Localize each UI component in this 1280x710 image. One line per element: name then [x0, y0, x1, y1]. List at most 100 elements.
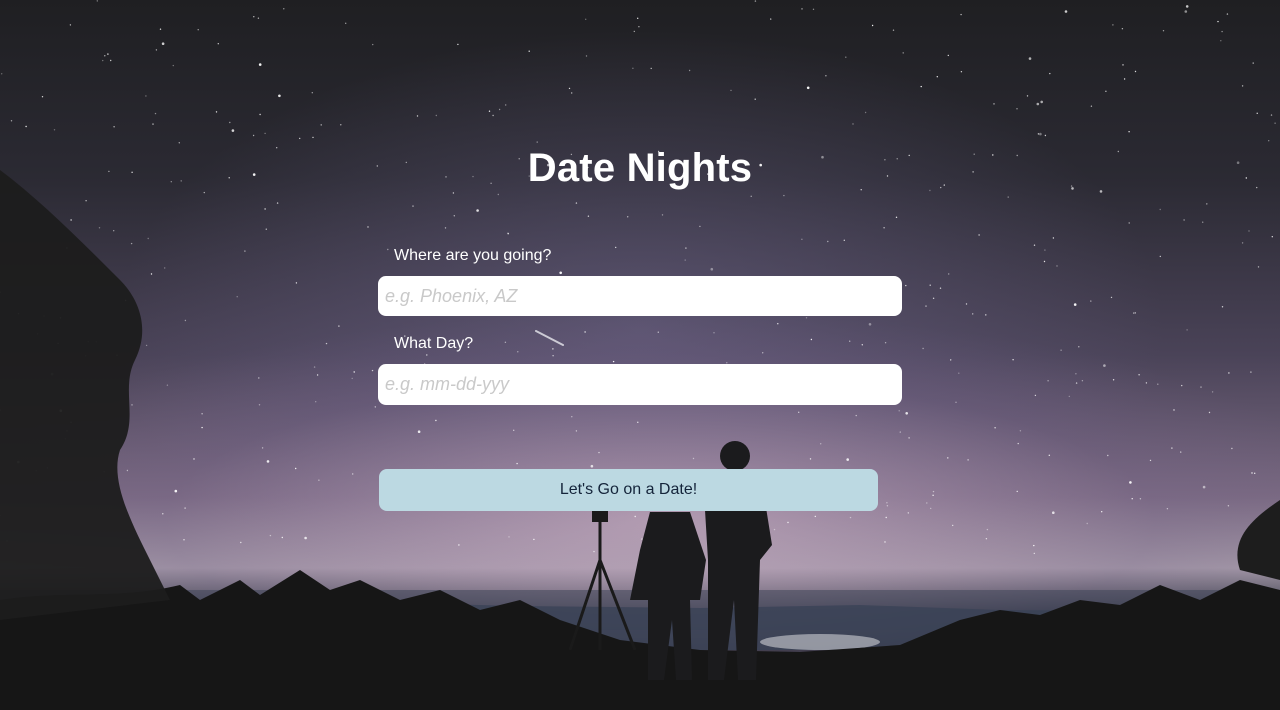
star: [632, 67, 634, 70]
star: [615, 246, 617, 249]
star: [166, 384, 169, 386]
star: [585, 18, 587, 20]
star: [1248, 230, 1250, 232]
star: [960, 71, 963, 73]
destination-input[interactable]: [378, 276, 902, 316]
star: [161, 42, 165, 45]
star: [1105, 90, 1107, 93]
star: [281, 536, 283, 539]
star: [801, 238, 803, 240]
star: [1101, 511, 1103, 513]
star: [805, 317, 808, 319]
star: [325, 342, 328, 345]
star: [1180, 451, 1182, 453]
left-tree-silhouette: [0, 170, 170, 620]
star: [852, 123, 854, 125]
star: [1043, 260, 1046, 263]
star: [1, 73, 3, 75]
star: [507, 233, 509, 235]
star: [1252, 62, 1254, 64]
go-on-date-button[interactable]: Let's Go on a Date!: [379, 469, 878, 511]
star: [320, 124, 322, 126]
star: [905, 412, 908, 415]
star: [1131, 498, 1133, 500]
star: [585, 55, 588, 57]
star: [925, 305, 927, 307]
star: [1231, 447, 1233, 450]
star: [1254, 472, 1256, 474]
star: [713, 332, 715, 334]
star: [1271, 236, 1274, 238]
star: [283, 8, 285, 10]
star: [172, 64, 174, 67]
star: [184, 507, 186, 509]
star: [932, 297, 935, 299]
star: [458, 544, 460, 546]
star: [1086, 522, 1088, 525]
star: [1033, 544, 1035, 547]
star: [895, 216, 898, 218]
star: [994, 427, 996, 429]
star: [1257, 266, 1260, 268]
star: [1048, 454, 1051, 456]
star: [783, 194, 785, 197]
star: [571, 92, 573, 94]
star: [1145, 382, 1148, 384]
star: [154, 112, 157, 115]
star: [1157, 383, 1159, 385]
star: [1133, 312, 1135, 314]
star: [159, 28, 162, 30]
star: [1185, 5, 1189, 8]
star: [1064, 10, 1068, 13]
star: [861, 344, 863, 346]
star: [497, 193, 499, 196]
night-sky-background: [0, 0, 1280, 710]
star: [920, 85, 922, 88]
star: [684, 259, 686, 261]
star: [1110, 296, 1113, 299]
star: [661, 214, 664, 216]
star: [264, 132, 266, 135]
star: [806, 86, 810, 90]
star: [1017, 442, 1019, 445]
star: [1090, 105, 1093, 107]
star: [1047, 380, 1049, 382]
star: [145, 95, 147, 97]
star: [1033, 244, 1036, 246]
star: [814, 515, 816, 518]
star: [258, 404, 261, 406]
star: [53, 129, 56, 131]
star: [868, 323, 872, 326]
star: [650, 67, 652, 70]
star: [240, 541, 242, 544]
star: [633, 30, 635, 33]
star: [457, 43, 459, 46]
star: [1134, 312, 1137, 314]
star: [986, 528, 989, 531]
star: [41, 96, 44, 98]
star: [1122, 64, 1124, 66]
star: [1049, 72, 1051, 75]
star: [932, 494, 934, 496]
star: [1044, 134, 1047, 137]
date-input[interactable]: [378, 364, 902, 405]
star: [571, 416, 573, 418]
star: [374, 406, 376, 408]
star: [517, 351, 519, 353]
star: [352, 473, 354, 475]
star: [930, 507, 932, 510]
star: [947, 457, 949, 459]
star: [1251, 472, 1253, 474]
star: [827, 240, 829, 243]
star: [1166, 508, 1169, 510]
star: [1128, 131, 1130, 133]
star: [265, 228, 267, 230]
star: [754, 0, 757, 2]
star: [315, 401, 317, 403]
star: [102, 59, 104, 62]
star: [217, 43, 219, 45]
star: [575, 202, 578, 204]
star: [488, 110, 491, 112]
star: [1016, 108, 1018, 110]
star: [126, 469, 129, 472]
